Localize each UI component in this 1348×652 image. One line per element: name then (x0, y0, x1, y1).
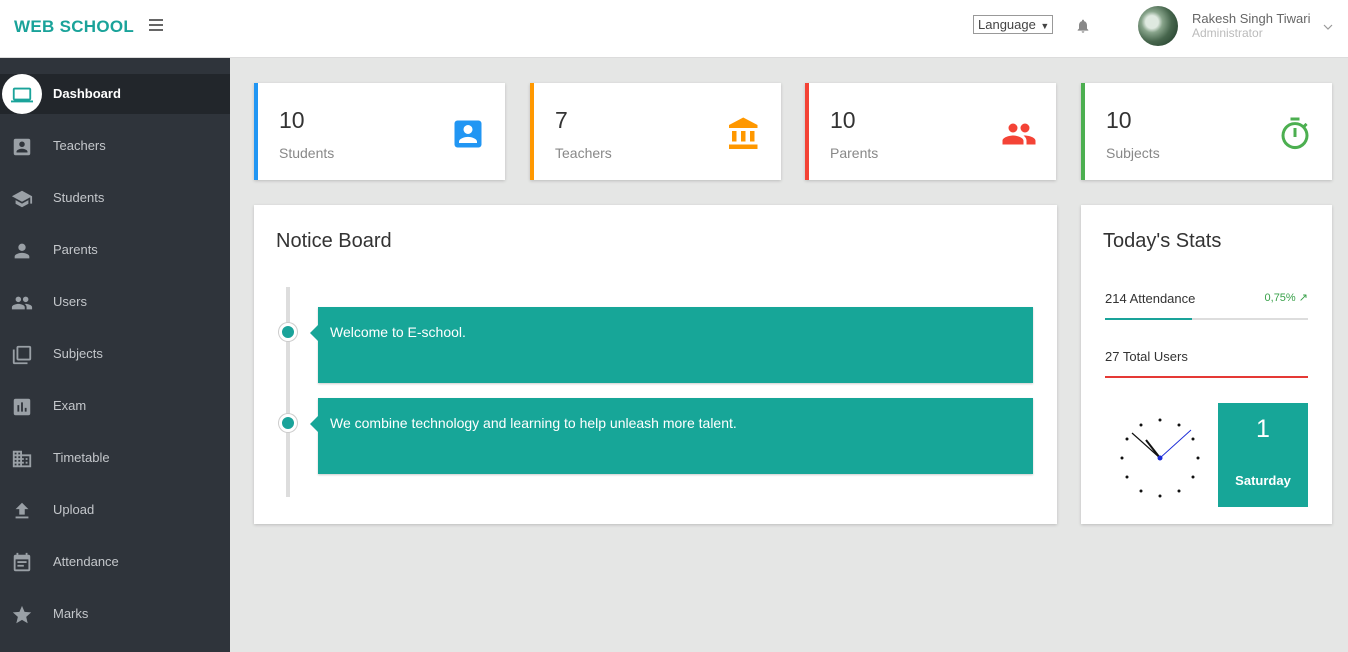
building-icon (12, 450, 32, 468)
sidebar-item-label: Upload (53, 502, 95, 517)
stat-value: 7 (555, 107, 568, 133)
sidebar-item-label: Timetable (53, 450, 110, 465)
sidebar-item-label: Users (53, 294, 87, 309)
stat-label: Parents (830, 145, 879, 161)
stat-card-teachers[interactable]: 7 Teachers (530, 83, 781, 180)
star-icon (12, 605, 32, 624)
sidebar-item-exam[interactable]: Exam (0, 386, 230, 426)
dropdown-caret-icon: ▼ (1037, 21, 1050, 31)
avatar[interactable] (1138, 6, 1178, 46)
trending-up-icon: ↗ (1298, 292, 1308, 304)
attendance-change: 0,75% ↗ (1265, 291, 1308, 304)
library-icon (12, 345, 32, 365)
sidebar-item-attendance[interactable]: Attendance (0, 542, 230, 582)
bar-chart-icon (13, 398, 31, 416)
sidebar-item-label: Dashboard (53, 86, 121, 101)
upload-icon (15, 502, 29, 519)
attendance-progress (1105, 318, 1308, 320)
timeline-dot (279, 414, 297, 432)
stat-value: 10 (1106, 107, 1132, 133)
account-box-icon (454, 120, 482, 148)
notice-text: Welcome to E-school. (330, 324, 466, 340)
stat-card-parents[interactable]: 10 Parents (805, 83, 1056, 180)
stat-label: Students (279, 145, 335, 161)
stat-label: Subjects (1106, 145, 1160, 161)
sidebar: Dashboard Teachers Students Parents User… (0, 58, 230, 652)
total-users-progress (1105, 376, 1308, 378)
todays-stats-title: Today's Stats (1103, 230, 1222, 252)
attendance-label: 214 Attendance (1105, 291, 1196, 306)
language-select[interactable]: Language ▼ (973, 15, 1053, 34)
graduation-cap-icon (11, 190, 33, 208)
stat-label: Teachers (555, 145, 612, 161)
sidebar-item-students[interactable]: Students (0, 178, 230, 218)
sidebar-item-label: Exam (53, 398, 87, 413)
sidebar-item-label: Marks (53, 606, 89, 621)
attendance-change-value: 0,75% (1264, 292, 1296, 304)
sidebar-item-teachers[interactable]: Teachers (0, 126, 230, 166)
date-tile: 1 Saturday (1218, 403, 1308, 507)
stopwatch-icon (1281, 117, 1309, 150)
notice-text: We combine technology and learning to he… (330, 415, 737, 431)
menu-icon[interactable] (149, 19, 163, 33)
todays-stats-panel: Today's Stats 214 Attendance 0,75% ↗ 27 … (1081, 205, 1332, 524)
laptop-icon (11, 87, 33, 103)
sidebar-item-timetable[interactable]: Timetable (0, 438, 230, 478)
sidebar-item-users[interactable]: Users (0, 282, 230, 322)
notice-item[interactable]: Welcome to E-school. (310, 307, 1033, 383)
day-name: Saturday (1235, 473, 1291, 488)
sidebar-item-parents[interactable]: Parents (0, 230, 230, 270)
stat-card-students[interactable]: 10 Students (254, 83, 505, 180)
stat-card-subjects[interactable]: 10 Subjects (1081, 83, 1332, 180)
user-role: Administrator (1192, 26, 1263, 40)
brand-logo[interactable]: WEB SCHOOL (14, 17, 134, 37)
sidebar-item-marks[interactable]: Marks (0, 594, 230, 634)
notice-board-panel: Notice Board Welcome to E-school. We com… (254, 205, 1057, 524)
day-number: 1 (1256, 415, 1270, 443)
group-icon (1002, 123, 1036, 145)
chevron-down-icon[interactable] (1323, 22, 1333, 32)
timeline-dot (279, 323, 297, 341)
sidebar-item-subjects[interactable]: Subjects (0, 334, 230, 374)
user-name[interactable]: Rakesh Singh Tiwari (1192, 11, 1311, 26)
sidebar-item-label: Subjects (53, 346, 103, 361)
person-icon (14, 243, 30, 259)
people-icon (11, 296, 33, 310)
notice-item[interactable]: We combine technology and learning to he… (310, 398, 1033, 474)
stat-value: 10 (279, 107, 305, 133)
stat-value: 10 (830, 107, 856, 133)
sidebar-item-dashboard[interactable]: Dashboard (0, 74, 230, 114)
total-users-label: 27 Total Users (1105, 349, 1188, 364)
notice-board-title: Notice Board (276, 230, 392, 252)
sidebar-item-upload[interactable]: Upload (0, 490, 230, 530)
bell-icon[interactable] (1075, 17, 1091, 35)
analog-clock (1120, 418, 1200, 498)
timeline-line (286, 287, 290, 497)
top-bar: WEB SCHOOL Language ▼ Rakesh Singh Tiwar… (0, 0, 1348, 58)
sidebar-item-label: Attendance (53, 554, 119, 569)
sidebar-item-label: Teachers (53, 138, 106, 153)
bank-icon (729, 117, 758, 149)
sidebar-item-label: Parents (53, 242, 98, 257)
sidebar-item-label: Students (53, 190, 105, 205)
language-label: Language (978, 17, 1036, 32)
contact-card-icon (13, 138, 31, 156)
calendar-icon (13, 552, 31, 572)
